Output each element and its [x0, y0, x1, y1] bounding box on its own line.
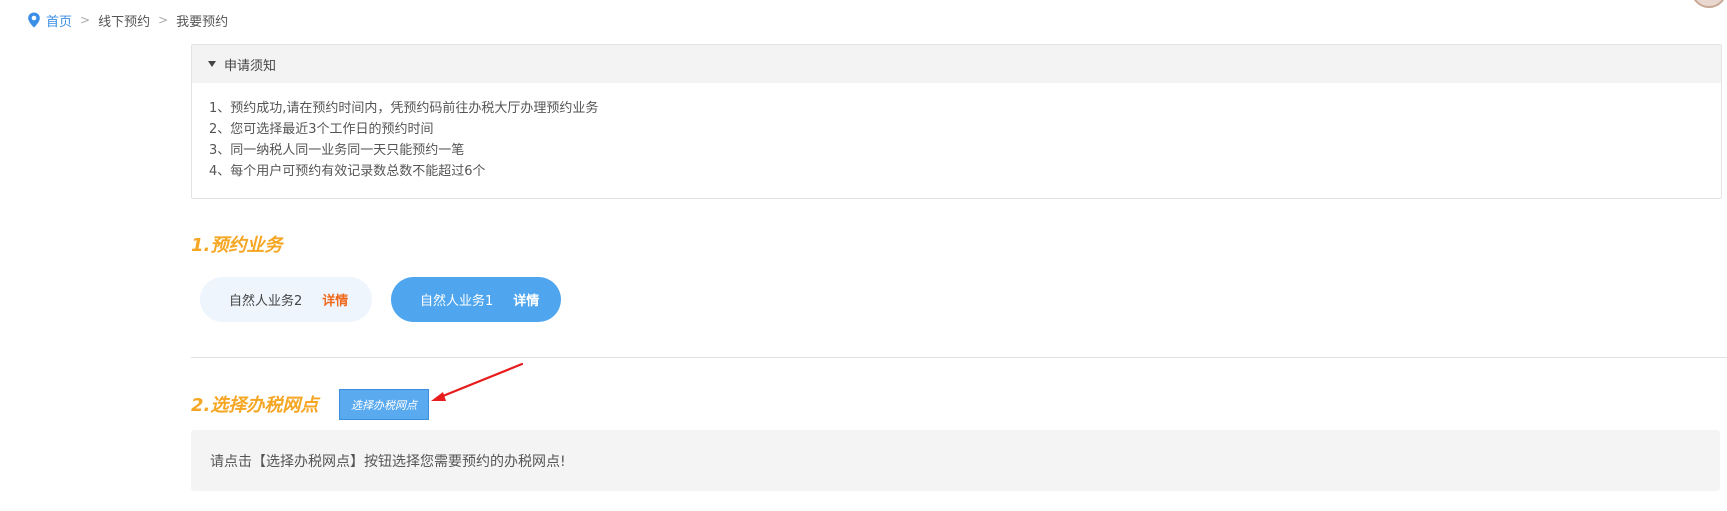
breadcrumb: 首页 > 线下预约 > 我要预约 [27, 11, 229, 30]
breadcrumb-separator: > [158, 13, 169, 27]
service-option-label: 自然人业务2 [229, 294, 303, 309]
notice-panel-header[interactable]: 申请须知 [192, 45, 1721, 83]
breadcrumb-offline-appointment-link[interactable]: 线下预约 [98, 11, 150, 30]
notice-line: 1、预约成功,请在预约时间内，凭预约码前往办税大厅办理预约业务 [209, 101, 599, 116]
notice-panel: 申请须知 1、预约成功,请在预约时间内，凭预约码前往办税大厅办理预约业务 2、您… [191, 44, 1722, 199]
page: 首页 > 线下预约 > 我要预约 申请须知 1、预约成功,请在预约时间内，凭预约… [0, 0, 1727, 511]
avatar[interactable] [1691, 0, 1727, 8]
section-title-select-tax-office: 2.选择办税网点 [191, 395, 319, 416]
notice-line: 3、同一纳税人同一业务同一天只能预约一笔 [209, 143, 465, 158]
notice-line: 2、您可选择最近3个工作日的预约时间 [209, 122, 434, 137]
select-tax-office-hint: 请点击【选择办税网点】按钮选择您需要预约的办税网点! [191, 430, 1720, 491]
location-pin-icon [27, 12, 41, 28]
service-detail-link[interactable]: 详情 [322, 290, 348, 309]
section-title-appointment-service: 1.预约业务 [191, 235, 283, 256]
service-option-label: 自然人业务1 [420, 294, 494, 309]
notice-title: 申请须知 [224, 58, 277, 74]
section-divider [191, 357, 1727, 358]
caret-down-icon [208, 61, 216, 67]
breadcrumb-home-link[interactable]: 首页 [46, 11, 72, 30]
breadcrumb-separator: > [80, 13, 91, 27]
notice-line: 4、每个用户可预约有效记录数总数不能超过6个 [209, 164, 486, 179]
annotation-arrow-icon [431, 362, 524, 401]
service-option-natural-person-1[interactable]: 自然人业务1 详情 [391, 277, 561, 322]
breadcrumb-current: 我要预约 [176, 14, 229, 30]
select-tax-office-button[interactable]: 选择办税网点 [339, 389, 429, 420]
service-detail-link[interactable]: 详情 [513, 290, 539, 309]
notice-body: 1、预约成功,请在预约时间内，凭预约码前往办税大厅办理预约业务 2、您可选择最近… [192, 83, 1721, 182]
service-option-natural-person-2[interactable]: 自然人业务2 详情 [200, 277, 372, 322]
